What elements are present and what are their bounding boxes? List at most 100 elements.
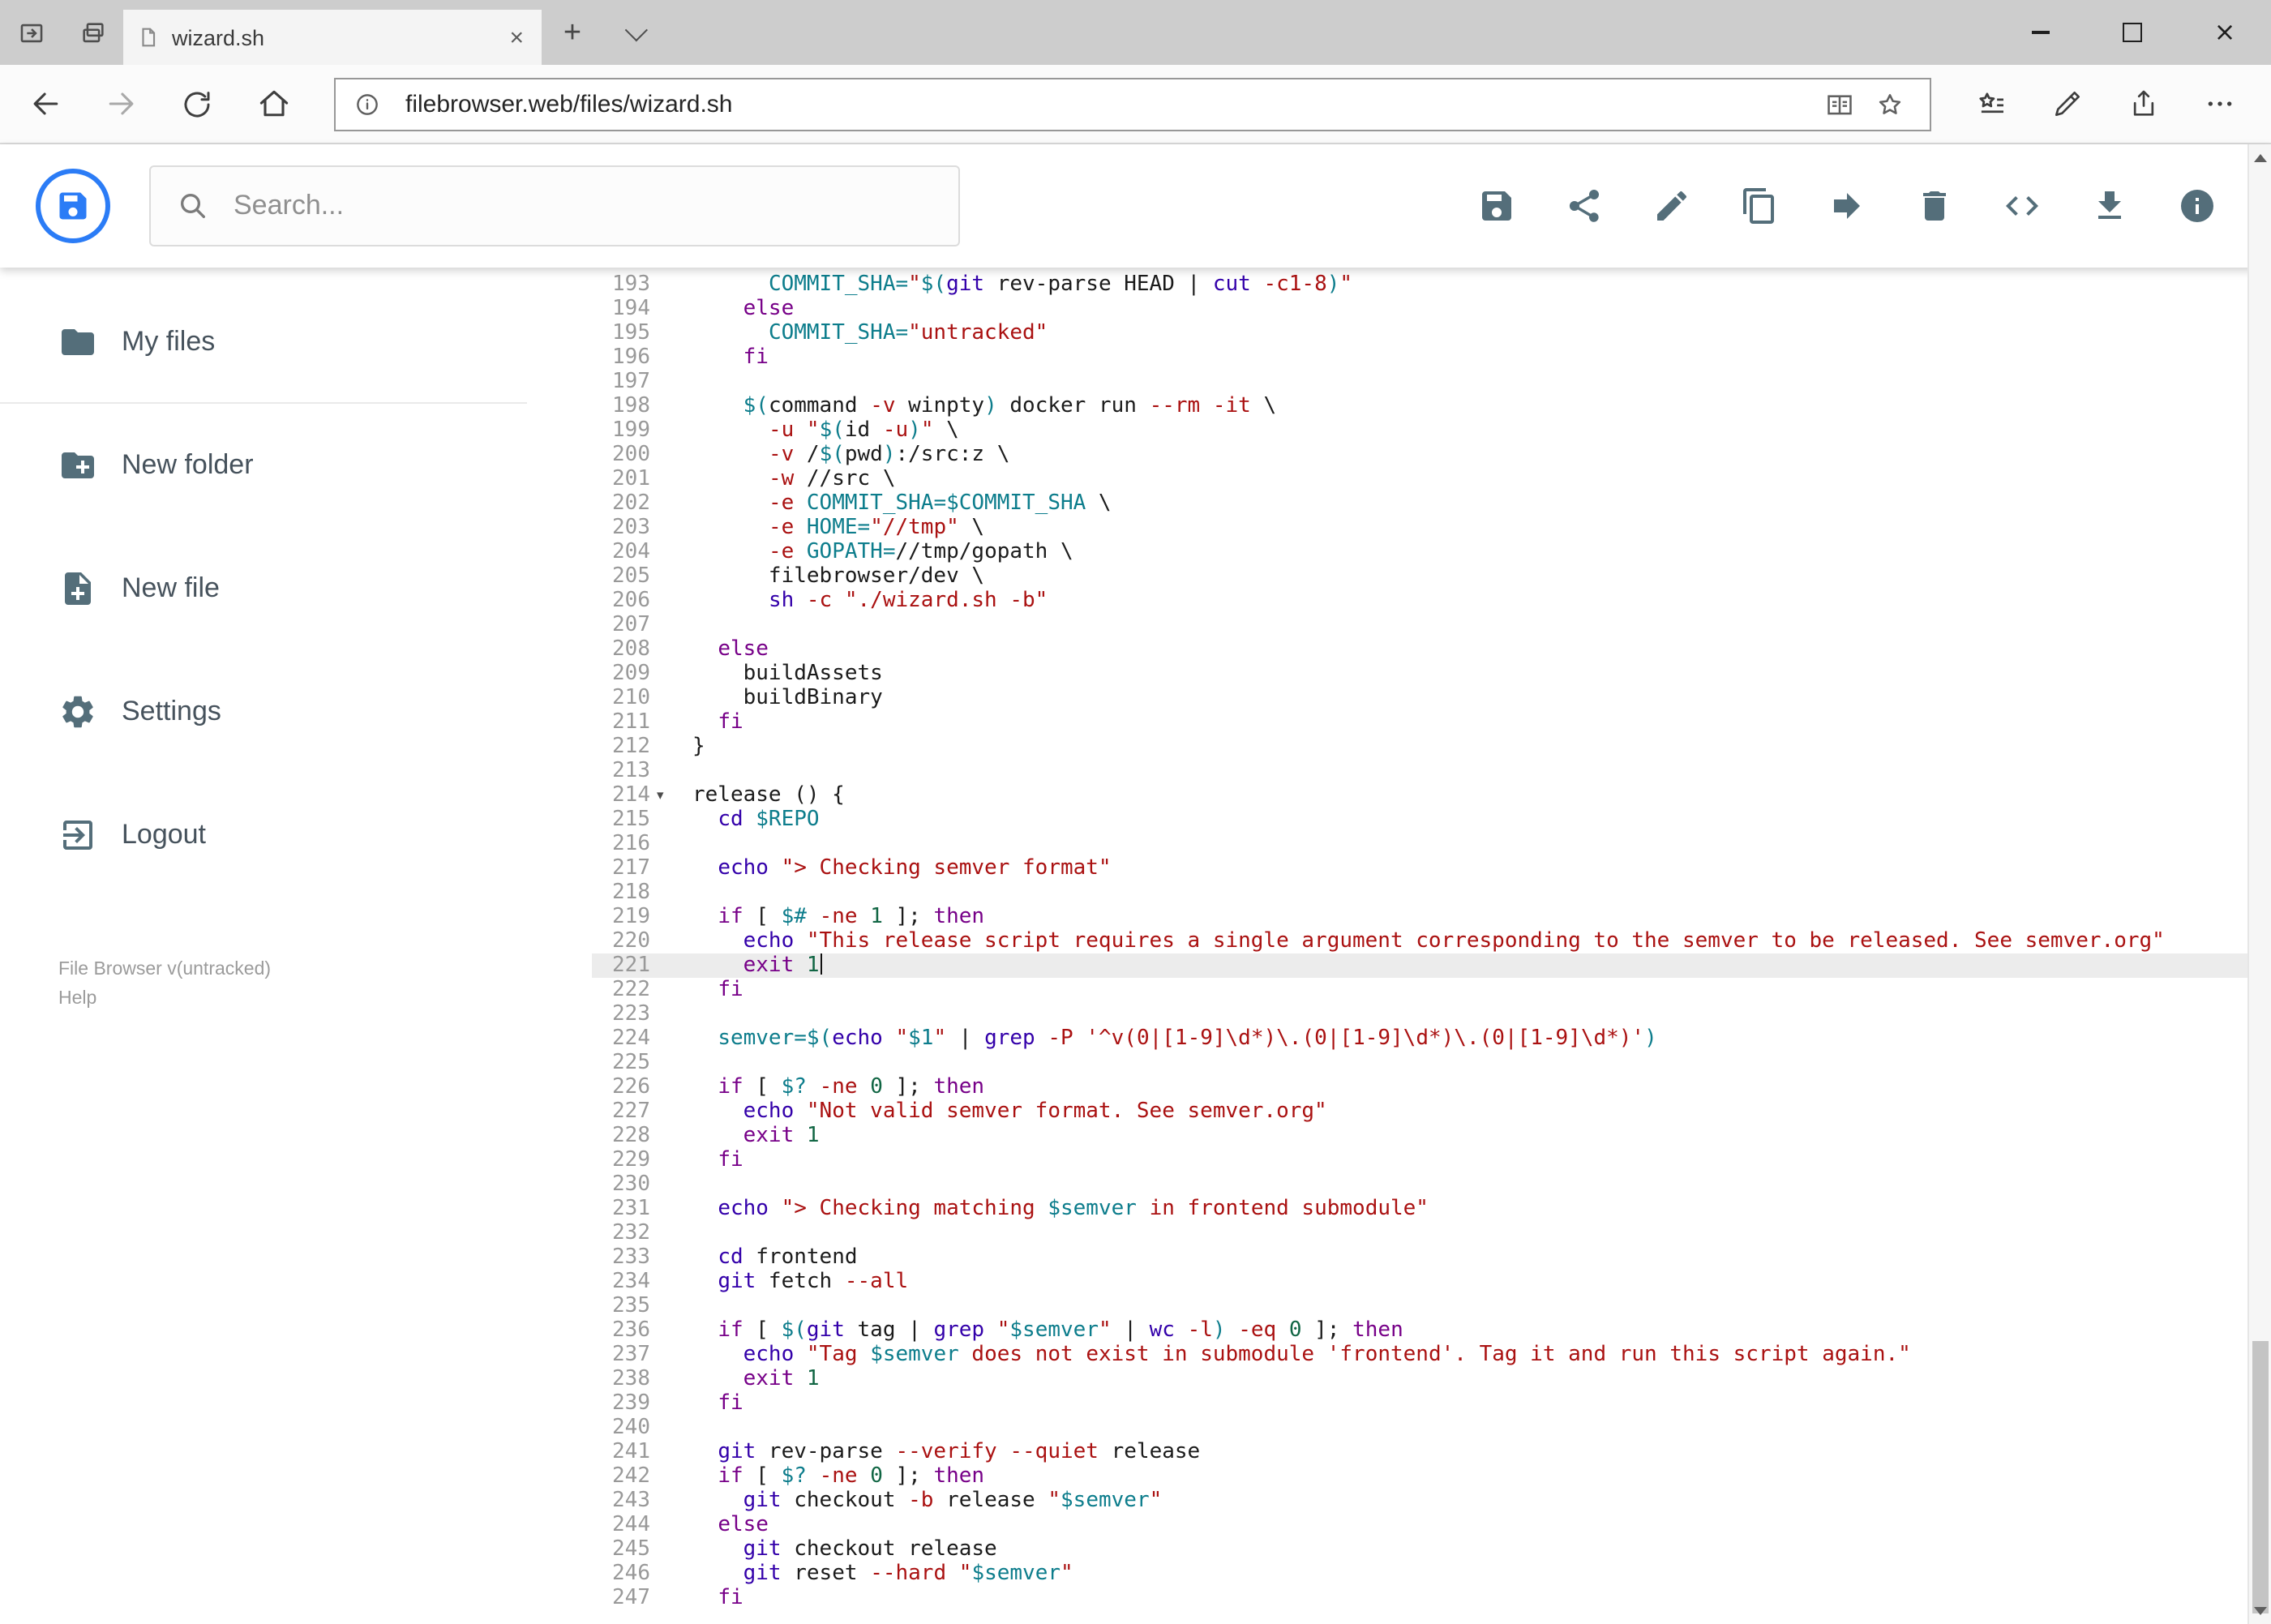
code-line[interactable]: 203 -e HOME="//tmp" \ (592, 516, 2247, 540)
help-link[interactable]: Help (58, 984, 271, 1013)
code-line[interactable]: 228 exit 1 (592, 1124, 2247, 1148)
code-line[interactable]: 246 git reset --hard "$semver" (592, 1562, 2247, 1586)
sidebar-item-logout[interactable]: Logout (0, 773, 527, 897)
url-text[interactable]: filebrowser.web/files/wizard.sh (405, 90, 1814, 118)
back-button[interactable] (6, 68, 83, 139)
copy-icon[interactable] (1739, 186, 1778, 225)
code-line[interactable]: 212} (592, 735, 2247, 759)
code-line[interactable]: 208 else (592, 637, 2247, 662)
code-line[interactable]: 201 -w //src \ (592, 467, 2247, 491)
code-line[interactable]: 194 else (592, 297, 2247, 321)
address-bar[interactable]: filebrowser.web/files/wizard.sh (334, 77, 1930, 131)
code-line[interactable]: 206 sh -c "./wizard.sh -b" (592, 589, 2247, 613)
code-line[interactable]: 193 COMMIT_SHA="$(git rev-parse HEAD | c… (592, 272, 2247, 297)
code-line[interactable]: 225 (592, 1051, 2247, 1075)
tab-list-chevron-icon[interactable] (603, 0, 665, 65)
code-line[interactable]: 238 exit 1 (592, 1367, 2247, 1391)
code-line[interactable]: 215 cd $REPO (592, 808, 2247, 832)
code-line[interactable]: 223 (592, 1002, 2247, 1026)
code-line[interactable]: 205 filebrowser/dev \ (592, 564, 2247, 589)
new-tab-button[interactable]: + (542, 0, 603, 65)
maximize-button[interactable] (2086, 0, 2179, 65)
sidebar-item-new-folder[interactable]: New folder (0, 404, 527, 527)
code-line[interactable]: 202 -e COMMIT_SHA=$COMMIT_SHA \ (592, 491, 2247, 516)
code-line[interactable]: 247 fi (592, 1586, 2247, 1610)
code-line[interactable]: 200 -v /$(pwd):/src:z \ (592, 443, 2247, 467)
scroll-down-arrow-icon[interactable] (2253, 1606, 2266, 1614)
filebrowser-logo[interactable] (36, 169, 110, 243)
tab-preview-icon[interactable] (62, 0, 123, 65)
code-line[interactable]: 224 semver=$(echo "$1" | grep -P '^v(0|[… (592, 1026, 2247, 1051)
code-line[interactable]: 235 (592, 1294, 2247, 1318)
vertical-scrollbar[interactable] (2247, 144, 2271, 1624)
download-icon[interactable] (2089, 186, 2128, 225)
fold-arrow-icon[interactable]: ▾ (650, 783, 692, 808)
code-editor[interactable]: 193 COMMIT_SHA="$(git rev-parse HEAD | c… (592, 268, 2247, 1624)
code-line[interactable]: 239 fi (592, 1391, 2247, 1416)
code-line[interactable]: 234 git fetch --all (592, 1270, 2247, 1294)
save-icon[interactable] (1476, 186, 1515, 225)
code-line[interactable]: 240 (592, 1416, 2247, 1440)
code-line[interactable]: 221 exit 1 (592, 953, 2247, 978)
edit-icon[interactable] (1652, 186, 1690, 225)
code-line[interactable]: 196 fi (592, 345, 2247, 370)
code-line[interactable]: 229 fi (592, 1148, 2247, 1172)
sidebar-item-new-file[interactable]: New file (0, 527, 527, 650)
code-line[interactable]: 244 else (592, 1513, 2247, 1537)
code-line[interactable]: 231 echo "> Checking matching $semver in… (592, 1197, 2247, 1221)
minimize-button[interactable] (1994, 0, 2086, 65)
code-line[interactable]: 204 -e GOPATH=//tmp/gopath \ (592, 540, 2247, 564)
scrollbar-thumb[interactable] (2252, 1341, 2268, 1613)
sidebar-item-my-files[interactable]: My files (0, 281, 527, 404)
code-line[interactable]: 222 fi (592, 978, 2247, 1002)
share-file-icon[interactable] (1564, 186, 1603, 225)
move-icon[interactable] (1827, 186, 1866, 225)
hub-favorites-icon[interactable] (1953, 68, 2029, 139)
reading-view-icon[interactable] (1814, 88, 1864, 119)
code-line[interactable]: 195 COMMIT_SHA="untracked" (592, 321, 2247, 345)
code-line[interactable]: 199 -u "$(id -u)" \ (592, 418, 2247, 443)
code-line[interactable]: 227 echo "Not valid semver format. See s… (592, 1099, 2247, 1124)
more-options-icon[interactable] (2182, 68, 2258, 139)
code-line[interactable]: 214 ▾ release () { (592, 783, 2247, 808)
home-button[interactable] (235, 68, 311, 139)
code-line[interactable]: 237 echo "Tag $semver does not exist in … (592, 1343, 2247, 1367)
code-line[interactable]: 197 (592, 370, 2247, 394)
tab-close-icon[interactable]: × (506, 25, 527, 49)
sidebar-item-settings[interactable]: Settings (0, 650, 527, 773)
browser-tab[interactable]: wizard.sh × (123, 10, 542, 65)
tabs-set-aside-icon[interactable] (0, 0, 62, 65)
info-icon[interactable] (2177, 186, 2216, 225)
code-line[interactable]: 241 git rev-parse --verify --quiet relea… (592, 1440, 2247, 1464)
forward-button[interactable] (83, 68, 159, 139)
code-line[interactable]: 220 echo "This release script requires a… (592, 929, 2247, 953)
code-line[interactable]: 226 if [ $? -ne 0 ]; then (592, 1075, 2247, 1099)
code-line[interactable]: 219 if [ $# -ne 1 ]; then (592, 905, 2247, 929)
code-line[interactable]: 209 buildAssets (592, 662, 2247, 686)
code-view-icon[interactable] (2002, 186, 2041, 225)
close-button[interactable]: × (2179, 0, 2271, 65)
code-line[interactable]: 243 git checkout -b release "$semver" (592, 1489, 2247, 1513)
search-input[interactable] (230, 188, 958, 224)
code-line[interactable]: 232 (592, 1221, 2247, 1245)
code-line[interactable]: 213 (592, 759, 2247, 783)
code-line[interactable]: 233 cd frontend (592, 1245, 2247, 1270)
code-line[interactable]: 217 echo "> Checking semver format" (592, 856, 2247, 881)
code-line[interactable]: 242 if [ $? -ne 0 ]; then (592, 1464, 2247, 1489)
page-info-icon[interactable] (350, 90, 391, 118)
refresh-button[interactable] (159, 68, 235, 139)
web-note-pen-icon[interactable] (2029, 68, 2106, 139)
code-line[interactable]: 236 if [ $(git tag | grep "$semver" | wc… (592, 1318, 2247, 1343)
code-line[interactable]: 207 (592, 613, 2247, 637)
share-icon[interactable] (2106, 68, 2182, 139)
code-line[interactable]: 230 (592, 1172, 2247, 1197)
code-line[interactable]: 218 (592, 881, 2247, 905)
code-line[interactable]: 198 $(command -v winpty) docker run --rm… (592, 394, 2247, 418)
code-line[interactable]: 245 git checkout release (592, 1537, 2247, 1562)
code-line[interactable]: 210 buildBinary (592, 686, 2247, 710)
scroll-up-arrow-icon[interactable] (2253, 154, 2266, 162)
favorite-star-icon[interactable] (1864, 88, 1914, 119)
code-line[interactable]: 211 fi (592, 710, 2247, 735)
search-box[interactable] (149, 165, 960, 246)
code-line[interactable]: 216 (592, 832, 2247, 856)
